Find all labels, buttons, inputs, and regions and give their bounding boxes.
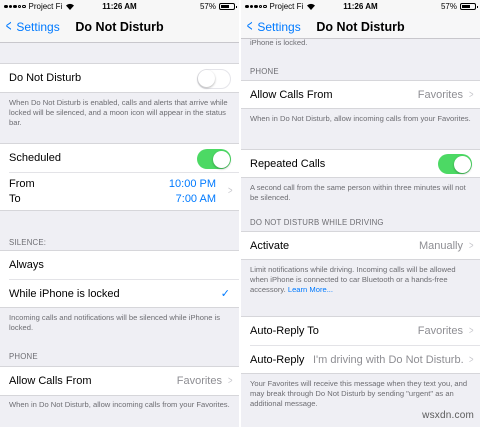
- dnd-footer: When Do Not Disturb is enabled, calls an…: [9, 98, 228, 127]
- dnd-label: Do Not Disturb: [9, 72, 82, 84]
- locked-footer: Incoming calls and notifications will be…: [9, 313, 221, 332]
- battery-icon: [460, 3, 478, 10]
- battery-percent: 57%: [440, 2, 457, 11]
- chevron-right-icon: >: [227, 185, 233, 197]
- phone-header: PHONE: [250, 67, 279, 76]
- status-bar: Project Fi 11:26 AM 57%: [0, 0, 239, 13]
- from-label: From: [9, 178, 35, 190]
- locked-option[interactable]: While iPhone is locked ✓: [0, 280, 239, 308]
- chevron-right-icon: >: [468, 354, 474, 366]
- nav-bar: < Settings Do Not Disturb: [0, 13, 239, 43]
- dnd-row[interactable]: Do Not Disturb: [0, 63, 239, 93]
- activate-footer: Limit notifications while driving. Incom…: [250, 265, 472, 295]
- page-title: Do Not Disturb: [75, 20, 164, 34]
- repeated-calls-label: Repeated Calls: [250, 158, 326, 170]
- allow-calls-row[interactable]: Allow Calls From Favorites >: [0, 366, 239, 396]
- driving-header: DO NOT DISTURB WHILE DRIVING: [250, 218, 384, 227]
- auto-reply-label: Auto-Reply: [250, 354, 305, 366]
- auto-reply-to-value: Favorites: [417, 325, 463, 337]
- dnd-toggle[interactable]: [197, 69, 231, 89]
- auto-reply-value: I'm driving with Do Not Disturb...: [313, 354, 463, 366]
- auto-reply-row[interactable]: Auto-Reply I'm driving with Do Not Distu…: [241, 346, 480, 374]
- repeated-calls-row[interactable]: Repeated Calls: [241, 149, 480, 178]
- battery-info: 57%: [440, 2, 478, 11]
- watermark: wsxdn.com: [422, 410, 474, 421]
- repeated-calls-footer: A second call from the same person withi…: [250, 183, 466, 202]
- allow-calls-row[interactable]: Allow Calls From Favorites >: [241, 80, 480, 109]
- always-option[interactable]: Always: [0, 251, 239, 279]
- scheduled-group: Scheduled From To 10:00 PM 7:00 AM >: [0, 143, 239, 211]
- battery-info: 57%: [199, 2, 237, 11]
- activate-footer-text: Limit notifications while driving. Incom…: [250, 265, 456, 294]
- silence-group: Always While iPhone is locked ✓: [0, 250, 239, 308]
- always-label: Always: [9, 259, 44, 271]
- allow-calls-label: Allow Calls From: [9, 375, 92, 387]
- auto-reply-footer: Your Favorites will receive this message…: [250, 379, 468, 408]
- phone-header: PHONE: [9, 352, 38, 361]
- allow-calls-value: Favorites: [417, 89, 463, 101]
- battery-icon: [219, 3, 237, 10]
- nav-bar: < Settings Do Not Disturb: [241, 13, 480, 39]
- auto-reply-to-row[interactable]: Auto-Reply To Favorites >: [241, 317, 480, 345]
- allow-calls-footer: When in Do Not Disturb, allow incoming c…: [9, 400, 230, 409]
- activate-label: Activate: [250, 240, 290, 252]
- auto-reply-to-label: Auto-Reply To: [250, 325, 319, 337]
- from-time: 10:00 PM: [168, 178, 216, 190]
- locked-label: While iPhone is locked: [9, 288, 120, 300]
- allow-calls-footer: When in Do Not Disturb, allow incoming c…: [250, 114, 471, 123]
- chevron-right-icon: >: [468, 89, 474, 101]
- status-bar: Project Fi 11:26 AM 57%: [241, 0, 480, 13]
- chevron-right-icon: >: [468, 240, 474, 252]
- right-screen: iPhone is locked. Project Fi 11:26 AM 57…: [241, 0, 480, 427]
- scheduled-toggle[interactable]: [197, 149, 231, 169]
- silence-header: SILENCE:: [9, 238, 47, 247]
- page-title: Do Not Disturb: [316, 20, 405, 34]
- activate-row[interactable]: Activate Manually >: [241, 231, 480, 260]
- chevron-right-icon: >: [468, 325, 474, 337]
- battery-percent: 57%: [199, 2, 216, 11]
- to-label: To: [9, 193, 21, 205]
- checkmark-icon: ✓: [220, 288, 230, 300]
- partial-footer: iPhone is locked.: [250, 38, 308, 47]
- auto-reply-group: Auto-Reply To Favorites > Auto-Reply I'm…: [241, 316, 480, 374]
- allow-calls-label: Allow Calls From: [250, 89, 333, 101]
- learn-more-link[interactable]: Learn More...: [288, 285, 333, 294]
- schedule-time-row[interactable]: From To 10:00 PM 7:00 AM >: [0, 173, 239, 211]
- activate-value: Manually: [418, 240, 463, 252]
- allow-calls-value: Favorites: [176, 375, 222, 387]
- chevron-right-icon: >: [227, 375, 233, 387]
- repeated-calls-toggle[interactable]: [438, 154, 472, 174]
- left-screen: Project Fi 11:26 AM 57% < Settings Do No…: [0, 0, 239, 427]
- to-time: 7:00 AM: [175, 193, 216, 205]
- scheduled-label: Scheduled: [9, 152, 61, 164]
